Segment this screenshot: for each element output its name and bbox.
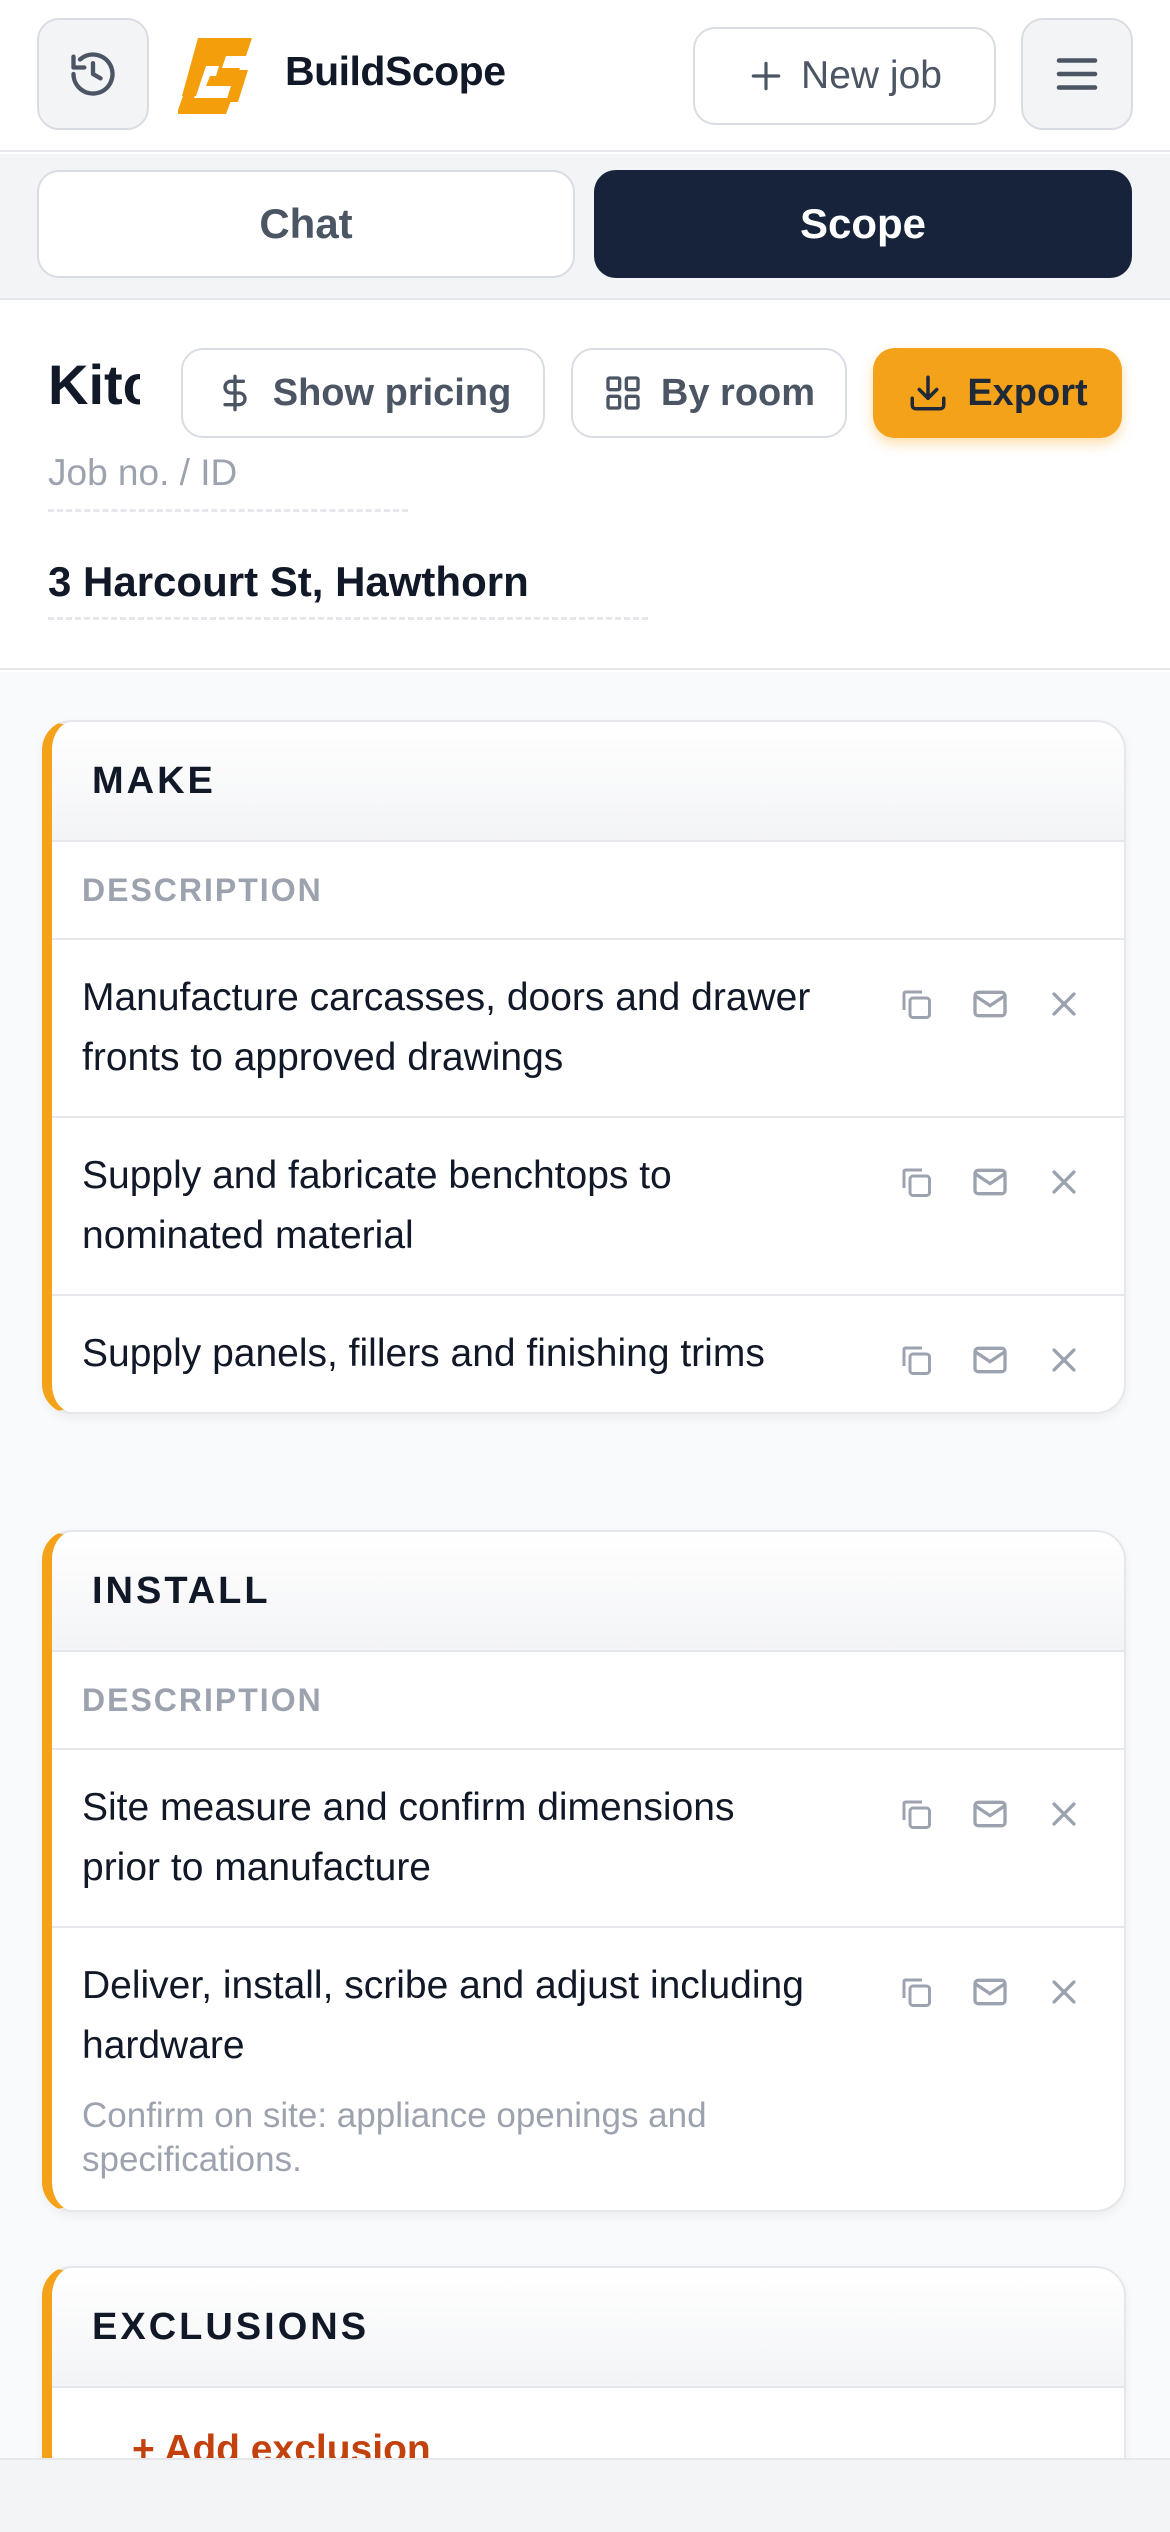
job-title[interactable]: Kitchen: [48, 352, 140, 417]
add-exclusion-button[interactable]: + Add exclusion: [52, 2388, 1124, 2460]
list-item[interactable]: Site measure and confirm dimensions prio…: [52, 1750, 1124, 1928]
mail-icon[interactable]: [970, 984, 1010, 1024]
list-item[interactable]: Deliver, install, scribe and adjust incl…: [52, 1928, 1124, 2210]
section-exclusions: EXCLUSIONS + Add exclusion: [42, 2266, 1126, 2460]
history-button[interactable]: [37, 18, 149, 130]
section-title: EXCLUSIONS: [52, 2268, 1124, 2388]
list-item[interactable]: Supply panels, fillers and finishing tri…: [52, 1296, 1124, 1412]
mail-icon[interactable]: [970, 1340, 1010, 1380]
menu-button[interactable]: [1021, 18, 1133, 130]
mail-icon[interactable]: [970, 1162, 1010, 1202]
mail-icon[interactable]: [970, 1794, 1010, 1834]
item-text[interactable]: Manufacture carcasses, doors and drawer …: [82, 968, 822, 1088]
show-pricing-button[interactable]: Show pricing: [181, 348, 545, 438]
copy-icon[interactable]: [896, 1794, 936, 1834]
close-icon[interactable]: [1044, 984, 1084, 1024]
tab-scope[interactable]: Scope: [594, 170, 1132, 278]
top-bar: BuildScope New job: [0, 0, 1170, 152]
section-make: MAKE DESCRIPTION Manufacture carcasses, …: [42, 720, 1126, 1414]
section-title: INSTALL: [52, 1532, 1124, 1652]
item-note: Confirm on site: appliance openings and …: [82, 2096, 707, 2179]
dollar-icon: [223, 374, 247, 412]
new-job-label: New job: [801, 54, 942, 97]
scope-list: MAKE DESCRIPTION Manufacture carcasses, …: [0, 672, 1170, 2460]
tab-chat[interactable]: Chat: [37, 170, 575, 278]
new-job-button[interactable]: New job: [693, 27, 996, 125]
column-header: DESCRIPTION: [52, 1652, 1124, 1750]
job-info: Kitchen Show pricing By room Export Job …: [0, 300, 1170, 670]
grid-icon: [606, 376, 640, 410]
by-room-button[interactable]: By room: [571, 348, 847, 438]
menu-icon: [1056, 58, 1098, 90]
list-item[interactable]: Manufacture carcasses, doors and drawer …: [52, 940, 1124, 1118]
list-item[interactable]: Supply and fabricate benchtops to nomina…: [52, 1118, 1124, 1296]
address-field[interactable]: 3 Harcourt St, Hawthorn: [48, 558, 648, 620]
view-tabs: Chat Scope: [0, 154, 1170, 300]
item-text[interactable]: Supply and fabricate benchtops to nomina…: [82, 1146, 822, 1266]
item-text[interactable]: Deliver, install, scribe and adjust incl…: [82, 1956, 822, 2076]
section-title: MAKE: [52, 722, 1124, 842]
show-pricing-label: Show pricing: [272, 371, 512, 414]
close-icon[interactable]: [1044, 1162, 1084, 1202]
close-icon[interactable]: [1044, 1794, 1084, 1834]
column-header: DESCRIPTION: [52, 842, 1124, 940]
by-room-label: By room: [660, 371, 816, 414]
history-icon: [71, 52, 115, 96]
close-icon[interactable]: [1044, 1972, 1084, 2012]
mail-icon[interactable]: [970, 1972, 1010, 2012]
copy-icon[interactable]: [896, 1162, 936, 1202]
brand-name: BuildScope: [285, 48, 506, 94]
job-number-field[interactable]: Job no. / ID: [48, 452, 408, 512]
brand-logo: [178, 38, 252, 114]
export-label: Export: [967, 371, 1088, 414]
download-icon: [910, 375, 946, 411]
close-icon[interactable]: [1044, 1340, 1084, 1380]
plus-icon: [751, 61, 781, 91]
copy-icon[interactable]: [896, 1972, 936, 2012]
section-install: INSTALL DESCRIPTION Site measure and con…: [42, 1530, 1126, 2212]
bottom-bar: [0, 2458, 1170, 2532]
item-text[interactable]: Supply panels, fillers and finishing tri…: [82, 1324, 822, 1384]
item-text[interactable]: Site measure and confirm dimensions prio…: [82, 1778, 822, 1898]
copy-icon[interactable]: [896, 984, 936, 1024]
export-button[interactable]: Export: [873, 348, 1122, 438]
copy-icon[interactable]: [896, 1340, 936, 1380]
